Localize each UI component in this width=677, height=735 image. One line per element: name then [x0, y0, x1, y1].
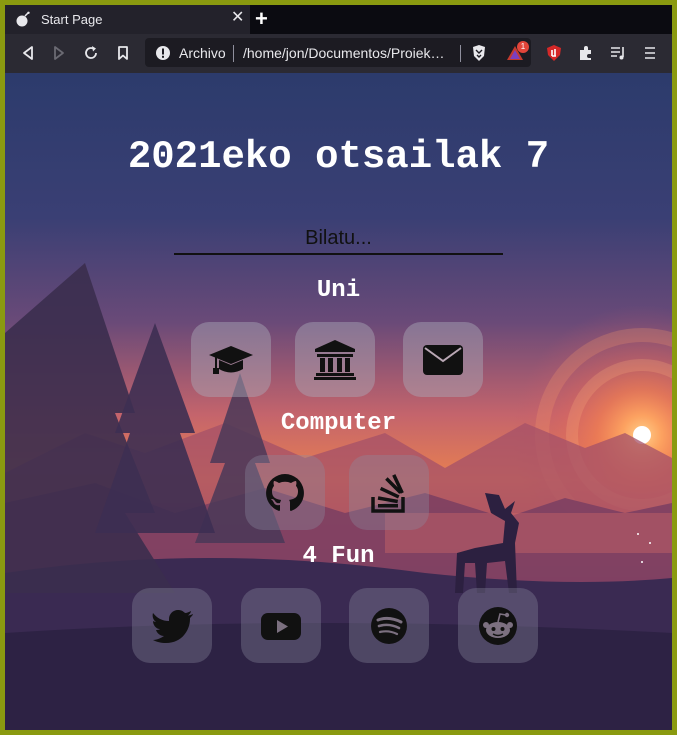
stack-overflow-icon: [371, 473, 405, 513]
fun-link-spotify[interactable]: [349, 588, 429, 663]
reddit-icon: [479, 606, 517, 645]
reload-icon[interactable]: [82, 44, 100, 62]
uni-link-university[interactable]: [295, 322, 375, 397]
menu-icon[interactable]: [641, 44, 659, 62]
university-icon: [314, 339, 356, 380]
category-heading-fun: 4 Fun: [302, 543, 375, 570]
youtube-icon: [261, 612, 301, 640]
url-scheme-label: Archivo: [179, 45, 226, 61]
github-icon: [266, 473, 304, 511]
nav-toolbar: Archivo /home/jon/Documentos/Proiek… 1: [5, 34, 672, 73]
url-text[interactable]: /home/jon/Documentos/Proiek…: [243, 45, 453, 61]
graduation-cap-icon: [209, 345, 253, 374]
computer-link-stackoverflow[interactable]: [349, 455, 429, 530]
info-icon[interactable]: [155, 45, 171, 61]
forward-icon[interactable]: [50, 44, 68, 62]
page-title-date: 2021eko otsailak 7: [127, 135, 550, 179]
fun-link-twitter[interactable]: [132, 588, 212, 663]
uni-link-mail[interactable]: [403, 322, 483, 397]
twitter-icon: [152, 609, 193, 643]
page-viewport: 2021eko otsailak 7 Uni: [5, 73, 672, 730]
brave-shields-icon[interactable]: [471, 44, 487, 62]
category-heading-computer: Computer: [280, 410, 397, 437]
computer-link-github[interactable]: [245, 455, 325, 530]
browser-window: Start Page ✕ + Archivo /home/jon/Documen…: [5, 5, 672, 730]
url-divider: [460, 45, 461, 62]
search-input[interactable]: [174, 223, 503, 255]
uni-link-graduation[interactable]: [191, 322, 271, 397]
close-tab-icon[interactable]: ✕: [231, 10, 244, 26]
fun-link-youtube[interactable]: [241, 588, 321, 663]
tab-start-page[interactable]: Start Page ✕: [5, 5, 250, 34]
spotify-icon: [371, 607, 407, 644]
extensions-icon[interactable]: [577, 44, 595, 62]
tab-title: Start Page: [41, 12, 103, 27]
envelope-icon: [423, 344, 463, 375]
rewards-badge: 1: [517, 41, 529, 53]
ublock-icon[interactable]: [545, 44, 563, 62]
url-bar[interactable]: Archivo /home/jon/Documentos/Proiek… 1: [145, 38, 531, 67]
new-tab-button[interactable]: +: [255, 8, 268, 30]
bomb-icon: [16, 11, 30, 27]
back-icon[interactable]: [19, 44, 37, 62]
url-divider: [233, 45, 234, 62]
bookmark-icon[interactable]: [114, 44, 132, 62]
start-page: 2021eko otsailak 7 Uni: [5, 73, 672, 730]
tab-bar: Start Page ✕ +: [5, 5, 672, 34]
category-heading-uni: Uni: [316, 277, 361, 304]
media-playlist-icon[interactable]: [609, 44, 627, 62]
fun-link-reddit[interactable]: [458, 588, 538, 663]
